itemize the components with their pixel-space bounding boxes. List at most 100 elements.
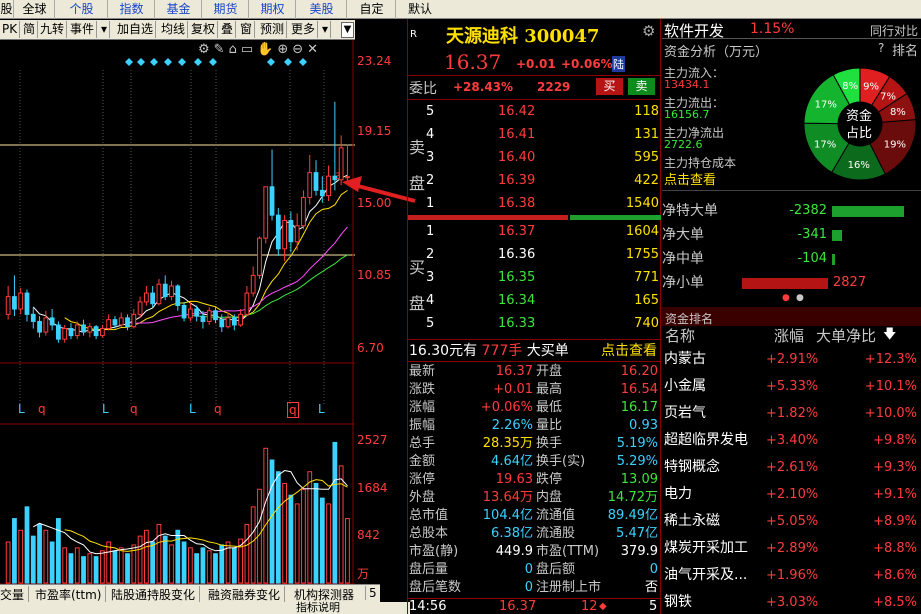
peer-compare-link[interactable]: 同行对比 <box>870 22 918 39</box>
candle-body[interactable] <box>307 172 313 198</box>
help-icon[interactable]: ? <box>878 41 884 55</box>
bid-level-1[interactable]: 1 16.37 1604 <box>426 222 661 242</box>
candle-body[interactable] <box>269 186 275 216</box>
candle-body[interactable] <box>74 324 80 337</box>
candle-body[interactable] <box>131 313 137 328</box>
page-dot-active[interactable]: ● <box>782 293 790 303</box>
candle-body[interactable] <box>200 315 206 322</box>
bid-level-3[interactable]: 3 16.35 771 <box>426 268 661 288</box>
candle-body[interactable] <box>49 317 55 326</box>
rank-name[interactable]: 超超临界发电 <box>664 427 748 454</box>
candle-body[interactable] <box>12 296 17 310</box>
candle-body[interactable] <box>37 320 42 333</box>
bid-level-4[interactable]: 4 16.34 165 <box>426 291 661 311</box>
event-dropdown-icon[interactable]: ▾ <box>99 21 111 38</box>
candle-body[interactable] <box>282 219 287 250</box>
tab-futures[interactable]: 期货 <box>203 0 249 19</box>
candle-body[interactable] <box>263 186 269 239</box>
candle-body[interactable] <box>162 283 168 298</box>
pk-button[interactable]: PK <box>0 21 21 38</box>
sort-down-icon[interactable]: 🡇 <box>883 325 896 345</box>
candle-body[interactable] <box>62 328 68 340</box>
close-icon[interactable]: ✕ <box>307 42 322 57</box>
simple-button[interactable]: 简 <box>21 21 39 38</box>
quote.asks-level-3[interactable]: 3 16.40 595 <box>426 148 661 168</box>
rank-row[interactable]: 煤炭开采加工 +2.89% +8.8% <box>662 535 921 562</box>
save-icon[interactable]: ▭ <box>241 42 257 57</box>
candle-body[interactable] <box>118 317 124 326</box>
more-dropdown-icon[interactable]: ▾ <box>320 21 332 38</box>
candle-body[interactable] <box>213 310 218 321</box>
candle-body[interactable] <box>100 328 105 337</box>
rank-row[interactable]: 页岩气 +1.82% +10.0% <box>662 400 921 427</box>
candle-body[interactable] <box>18 292 24 310</box>
rank-row[interactable]: 小金属 +5.33% +10.1% <box>662 373 921 400</box>
candle-body[interactable] <box>112 319 118 326</box>
tab-fund[interactable]: 基金 <box>156 0 202 19</box>
rank-row[interactable]: 油气开采及... +1.96% +8.6% <box>662 562 921 589</box>
candle-body[interactable] <box>56 324 61 340</box>
candle-body[interactable] <box>326 175 331 197</box>
tab-index[interactable]: 指数 <box>109 0 155 19</box>
dropdown-arrow-icon[interactable]: ▼ <box>341 22 354 38</box>
candle-body[interactable] <box>137 301 143 315</box>
gear-icon[interactable]: ⚙ <box>642 22 655 40</box>
candle-body[interactable] <box>225 317 231 328</box>
rank-name[interactable]: 特钢概念 <box>664 454 720 481</box>
candle-body[interactable] <box>187 308 193 319</box>
candle-body[interactable] <box>275 214 281 250</box>
rank-row[interactable]: 超超临界发电 +3.40% +9.8% <box>662 427 921 454</box>
candle-body[interactable] <box>238 313 244 326</box>
sector-name[interactable]: 软件开发 <box>664 20 724 41</box>
candle-body[interactable] <box>288 219 294 243</box>
col-net[interactable]: 大单净比 <box>816 326 876 346</box>
candle-body[interactable] <box>257 237 262 276</box>
page-dot[interactable]: ● <box>796 293 804 303</box>
candle-body[interactable] <box>169 285 174 298</box>
lock-icon[interactable]: ⌂ <box>229 42 241 57</box>
candle-body[interactable] <box>125 317 130 328</box>
tab-options[interactable]: 期权 <box>250 0 296 19</box>
rank-row[interactable]: 钢铁 +3.03% +8.5% <box>662 589 921 614</box>
candle-body[interactable] <box>150 292 156 305</box>
pan-icon[interactable]: ✋ <box>257 42 277 57</box>
candle-body[interactable] <box>93 326 99 337</box>
rank-name[interactable]: 煤炭开采加工 <box>664 535 748 562</box>
candle-body[interactable] <box>5 296 11 315</box>
tab-stock[interactable]: 股 <box>0 0 14 19</box>
overlay-button[interactable]: 叠 <box>219 21 237 38</box>
candle-body[interactable] <box>81 324 86 333</box>
rank-row[interactable]: 特钢概念 +2.61% +9.3% <box>662 454 921 481</box>
rank-name[interactable]: 钢铁 <box>664 589 692 614</box>
rank-name[interactable]: 小金属 <box>664 373 706 400</box>
quote.asks-level-1[interactable]: 1 16.38 1540 <box>426 194 661 214</box>
tab-us-stock[interactable]: 美股 <box>297 0 347 19</box>
tab-pe-ttm[interactable]: 市盈率(ttm) <box>35 586 107 603</box>
adjust-button[interactable]: 复权 <box>189 21 219 38</box>
quote.asks-level-5[interactable]: 5 16.42 118 <box>426 102 661 122</box>
candle-body[interactable] <box>68 328 74 337</box>
zoom-in-icon[interactable]: ⊕ <box>277 42 292 57</box>
col-pct[interactable]: 涨幅 <box>774 326 804 346</box>
window-button[interactable]: 窗 <box>238 21 256 38</box>
rank-button[interactable]: 排名 <box>892 40 918 59</box>
candle-body[interactable] <box>87 326 93 333</box>
candle-body[interactable] <box>294 225 300 243</box>
tab-custom[interactable]: 自定 <box>348 0 396 19</box>
candle-body[interactable] <box>106 319 112 330</box>
rank-name[interactable]: 页岩气 <box>664 400 706 427</box>
rank-name[interactable]: 电力 <box>664 481 692 508</box>
sell-button[interactable]: 卖 <box>628 78 655 95</box>
tab-default[interactable]: 默认 <box>397 0 443 19</box>
candle-body[interactable] <box>301 196 306 227</box>
candle-body[interactable] <box>181 304 187 319</box>
add-watchlist-button[interactable]: 加自选 <box>115 21 157 38</box>
candle-body[interactable] <box>43 317 49 333</box>
zoom-out-icon[interactable]: ⊖ <box>292 42 307 57</box>
rank-row[interactable]: 电力 +2.10% +9.1% <box>662 481 921 508</box>
fund-detail-link[interactable]: 点击查看 <box>664 169 716 188</box>
candle-body[interactable] <box>219 319 225 328</box>
candle-body[interactable] <box>313 172 319 191</box>
quote.asks-level-4[interactable]: 4 16.41 131 <box>426 125 661 145</box>
draw-icon[interactable]: ✎ <box>214 42 229 57</box>
